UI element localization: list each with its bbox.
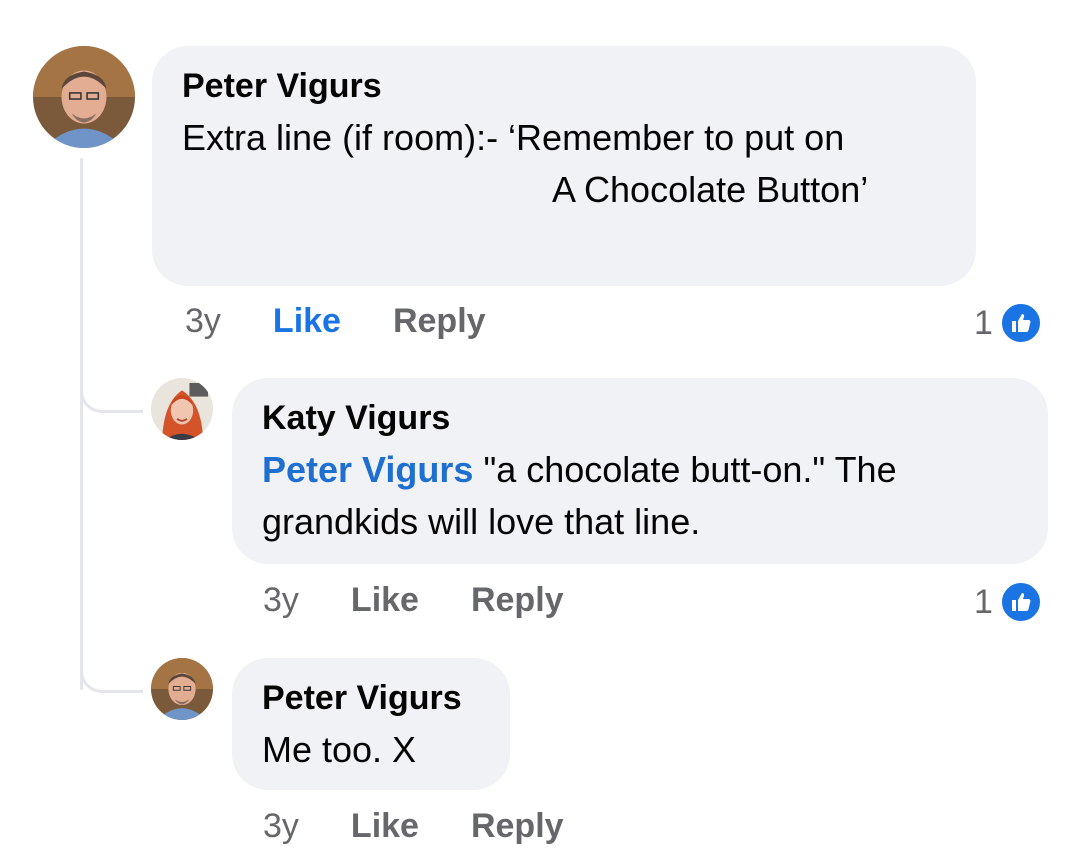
comment-text-line: grandkids will love that line.: [262, 501, 701, 542]
reply-button[interactable]: Reply: [471, 807, 564, 846]
reaction-summary[interactable]: 1: [974, 580, 1043, 624]
comment-text-line: Extra line (if room):- ‘Remember to put …: [182, 117, 845, 158]
comment-bubble: Peter Vigurs Extra line (if room):- ‘Rem…: [152, 46, 976, 286]
comment-author[interactable]: Katy Vigurs: [262, 398, 1018, 438]
comment-text-fragment: "a chocolate butt-on." The: [473, 449, 897, 490]
comment-text: Extra line (if room):- ‘Remember to put …: [182, 112, 946, 216]
timestamp[interactable]: 3y: [185, 302, 221, 341]
reaction-summary[interactable]: 1: [974, 301, 1043, 345]
thread-connector-elbow: [80, 660, 143, 693]
comment-actions: 3y Like Reply: [263, 581, 564, 620]
timestamp[interactable]: 3y: [263, 581, 299, 620]
avatar[interactable]: [33, 46, 135, 148]
thread-connector-line: [80, 158, 83, 690]
reply-button[interactable]: Reply: [471, 581, 564, 620]
avatar[interactable]: [151, 378, 213, 440]
reaction-count: 1: [974, 582, 993, 621]
reaction-count: 1: [974, 303, 993, 342]
comment-text-line: A Chocolate Button’: [552, 169, 869, 210]
thumbs-up-icon: [998, 580, 1043, 624]
reply-button[interactable]: Reply: [393, 302, 486, 341]
comment-text-line: Peter Vigurs "a chocolate butt-on." The: [262, 444, 1018, 496]
like-button[interactable]: Like: [351, 581, 419, 620]
comment-text: Me too. X: [262, 729, 417, 770]
avatar[interactable]: [151, 658, 213, 720]
thread-connector-elbow: [80, 380, 143, 413]
timestamp[interactable]: 3y: [263, 807, 299, 846]
comment-author[interactable]: Peter Vigurs: [182, 66, 946, 106]
comment-actions: 3y Like Reply: [185, 302, 486, 341]
like-button[interactable]: Like: [351, 807, 419, 846]
comment-text: Peter Vigurs "a chocolate butt-on." The …: [262, 444, 1018, 548]
comment-actions: 3y Like Reply: [263, 807, 564, 846]
like-button[interactable]: Like: [273, 302, 341, 341]
comment-bubble: Katy Vigurs Peter Vigurs "a chocolate bu…: [232, 378, 1048, 564]
mention-link[interactable]: Peter Vigurs: [262, 449, 473, 490]
comment-bubble: Peter Vigurs Me too. X: [232, 658, 510, 790]
comment-author[interactable]: Peter Vigurs: [262, 678, 480, 718]
thumbs-up-icon: [998, 301, 1043, 345]
